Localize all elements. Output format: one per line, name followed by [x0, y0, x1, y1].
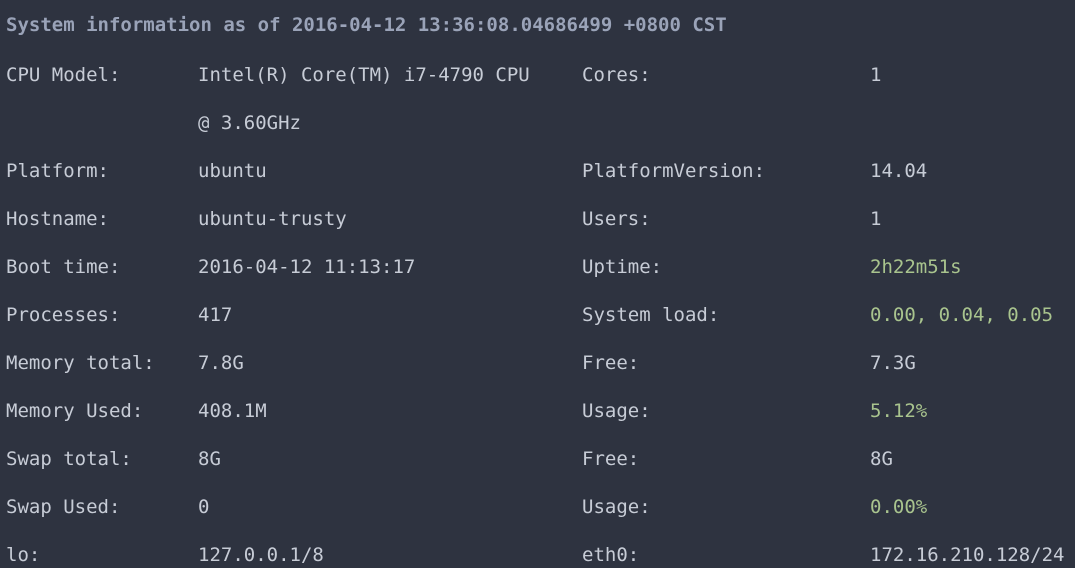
info-label: Free:	[582, 352, 640, 374]
info-label: eth0:	[582, 544, 640, 566]
info-label: CPU Model:	[6, 64, 121, 86]
info-value: ubuntu-trusty	[198, 208, 347, 230]
info-label: Hostname:	[6, 208, 109, 230]
info-row-boot: Boot time: 2016-04-12 11:13:17 Uptime: 2…	[0, 253, 1075, 281]
info-value: 7.3G	[870, 352, 916, 374]
info-row-cpu: CPU Model: Intel(R) Core(TM) i7-4790 CPU…	[0, 61, 1075, 89]
info-label: Swap Used:	[6, 496, 121, 518]
info-row-platform: Platform: ubuntu PlatformVersion: 14.04	[0, 157, 1075, 185]
info-label: System load:	[582, 304, 720, 326]
info-row-network: lo: 127.0.0.1/8 eth0: 172.16.210.128/24	[0, 541, 1075, 568]
info-value: 8G	[198, 448, 221, 470]
info-value: @ 3.60GHz	[198, 112, 301, 134]
info-value: ubuntu	[198, 160, 267, 182]
info-label: Usage:	[582, 400, 651, 422]
info-value: 1	[870, 64, 882, 86]
info-row-processes: Processes: 417 System load: 0.00, 0.04, …	[0, 301, 1075, 329]
info-value-highlight: 2h22m51s	[870, 256, 962, 278]
info-label: Users:	[582, 208, 651, 230]
info-row-swap-used: Swap Used: 0 Usage: 0.00%	[0, 493, 1075, 521]
info-row-memory-total: Memory total: 7.8G Free: 7.3G	[0, 349, 1075, 377]
info-value: 1	[870, 208, 882, 230]
info-label: PlatformVersion:	[582, 160, 766, 182]
info-value: 172.16.210.128/24	[870, 544, 1065, 566]
info-row-memory-used: Memory Used: 408.1M Usage: 5.12%	[0, 397, 1075, 425]
info-label: Usage:	[582, 496, 651, 518]
info-label: Memory total:	[6, 352, 155, 374]
info-value: 14.04	[870, 160, 928, 182]
info-value-highlight: 5.12%	[870, 400, 928, 422]
info-value-highlight: 0.00, 0.04, 0.05	[870, 304, 1054, 326]
info-value-highlight: 0.00%	[870, 496, 928, 518]
info-row-hostname: Hostname: ubuntu-trusty Users: 1	[0, 205, 1075, 233]
info-label: Boot time:	[6, 256, 121, 278]
info-value: 127.0.0.1/8	[198, 544, 324, 566]
info-value: 0	[198, 496, 210, 518]
info-label: Platform:	[6, 160, 109, 182]
system-info-heading: System information as of 2016-04-12 13:3…	[6, 14, 727, 36]
info-label: Processes:	[6, 304, 121, 326]
info-row-cpu-cont: @ 3.60GHz	[0, 109, 1075, 137]
info-row-swap-total: Swap total: 8G Free: 8G	[0, 445, 1075, 473]
info-label: Memory Used:	[6, 400, 144, 422]
info-label: lo:	[6, 544, 41, 566]
info-value: 2016-04-12 11:13:17	[198, 256, 416, 278]
terminal-output: System information as of 2016-04-12 13:3…	[0, 0, 1075, 568]
info-label: Swap total:	[6, 448, 132, 470]
info-value: Intel(R) Core(TM) i7-4790 CPU	[198, 64, 530, 86]
info-label: Free:	[582, 448, 640, 470]
info-value: 7.8G	[198, 352, 244, 374]
info-value: 417	[198, 304, 233, 326]
info-value: 408.1M	[198, 400, 267, 422]
info-label: Uptime:	[582, 256, 663, 278]
info-label: Cores:	[582, 64, 651, 86]
info-value: 8G	[870, 448, 893, 470]
